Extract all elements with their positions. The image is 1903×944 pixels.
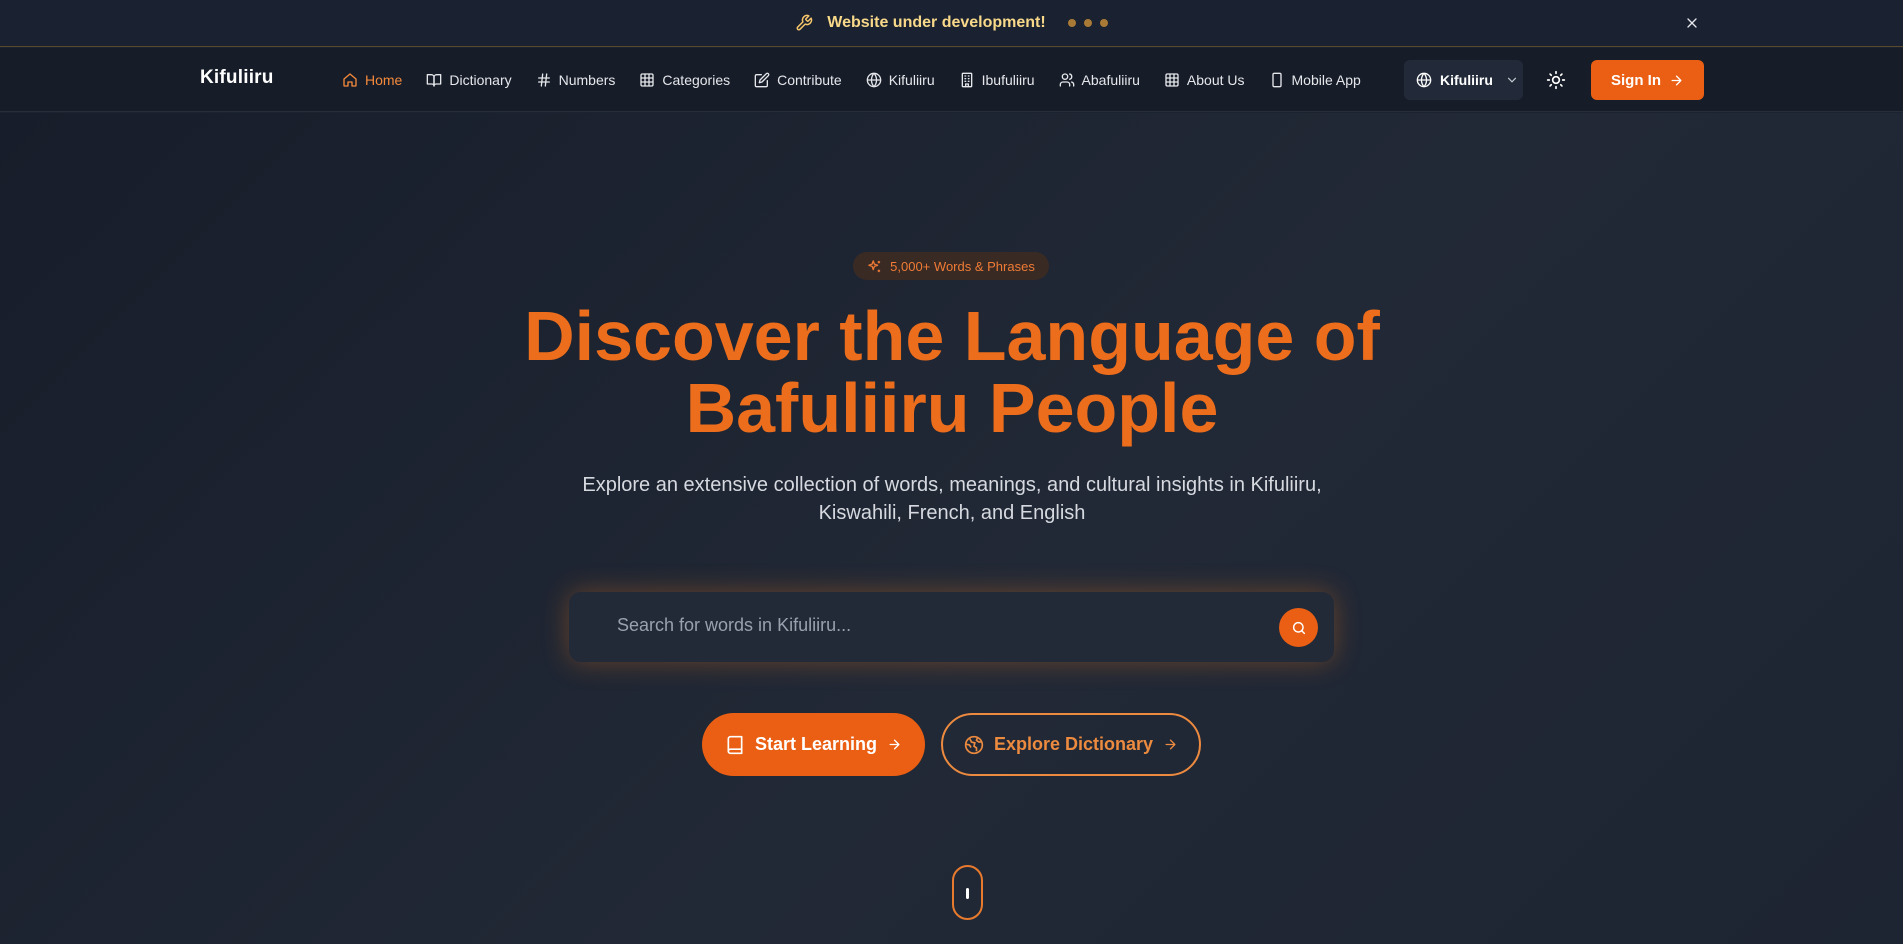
announcement-bar: Website under development! xyxy=(0,0,1903,47)
nav-links: Home Dictionary Numbers Categories Contr… xyxy=(330,48,1373,112)
announcement-message: Website under development! xyxy=(827,14,1046,31)
nav-item-kifuliiru[interactable]: Kifuliiru xyxy=(854,48,947,112)
brand-logo[interactable]: Kifuliiru xyxy=(200,67,274,89)
sun-icon xyxy=(1546,70,1566,90)
nav-item-ibufuliiru[interactable]: Ibufuliiru xyxy=(947,48,1047,112)
explore-dictionary-button[interactable]: Explore Dictionary xyxy=(941,713,1201,776)
home-icon xyxy=(343,73,357,87)
globe-icon xyxy=(964,735,984,754)
hash-icon xyxy=(537,73,550,87)
nav-item-label: Numbers xyxy=(558,72,616,88)
grid-icon xyxy=(640,73,655,87)
nav-item-contribute[interactable]: Contribute xyxy=(742,48,854,112)
scroll-wheel xyxy=(966,888,969,899)
nav-item-dictionary[interactable]: Dictionary xyxy=(414,48,523,112)
users-icon xyxy=(1059,73,1074,87)
hero-section xyxy=(0,113,1903,944)
start-learning-button[interactable]: Start Learning xyxy=(702,713,925,776)
loading-dot xyxy=(1099,19,1108,27)
loading-dot xyxy=(1083,19,1092,27)
hero-subtitle: Explore an extensive collection of words… xyxy=(552,471,1352,527)
nav-item-about-us[interactable]: About Us xyxy=(1152,48,1257,112)
scroll-down-indicator[interactable] xyxy=(952,865,983,920)
hero-subtitle-line-2: Kiswahili, French, and English xyxy=(818,502,1086,524)
search-input[interactable]: Search for words in Kifuliiru... xyxy=(617,615,851,636)
building-icon xyxy=(961,72,972,88)
hero-title-line-1: Discover the Language of xyxy=(524,297,1380,375)
loading-dots xyxy=(1067,19,1108,27)
words-count-badge: 5,000+ Words & Phrases xyxy=(853,252,1049,280)
nav-item-categories[interactable]: Categories xyxy=(627,48,742,112)
globe-icon xyxy=(1416,72,1432,88)
edit-icon xyxy=(754,72,770,88)
main-navbar: Kifuliiru Home Dictionary Numbers Catego… xyxy=(0,48,1903,112)
wrench-icon xyxy=(795,14,813,32)
language-selected: Kifuliiru xyxy=(1440,72,1493,88)
arrow-right-icon xyxy=(1671,75,1682,85)
chevron-down-icon xyxy=(1507,77,1516,83)
nav-item-label: Ibufuliiru xyxy=(981,72,1035,88)
nav-item-label: Kifuliiru xyxy=(888,72,935,88)
globe-icon xyxy=(866,72,882,88)
sparkles-icon xyxy=(868,259,881,272)
hero-title-line-2: Bafuliiru People xyxy=(685,369,1219,447)
nav-item-label: Categories xyxy=(662,72,731,88)
search-bar: Search for words in Kifuliiru... xyxy=(569,592,1334,662)
smartphone-icon xyxy=(1271,72,1282,88)
hero-title: Discover the Language of Bafuliiru Peopl… xyxy=(452,300,1452,444)
nav-item-abafuliiru[interactable]: Abafuliiru xyxy=(1047,48,1152,112)
search-icon xyxy=(1292,621,1305,634)
theme-toggle-button[interactable] xyxy=(1544,68,1568,92)
search-button[interactable] xyxy=(1279,608,1318,647)
hero-subtitle-line-1: Explore an extensive collection of words… xyxy=(582,474,1322,496)
start-learning-label: Start Learning xyxy=(754,734,878,754)
nav-item-label: Home xyxy=(365,72,403,88)
explore-dictionary-label: Explore Dictionary xyxy=(993,734,1154,754)
book-icon xyxy=(727,735,743,754)
announcement-content: Website under development! xyxy=(795,14,1108,32)
nav-item-mobile-app[interactable]: Mobile App xyxy=(1257,48,1373,112)
book-open-icon xyxy=(427,74,442,87)
sign-in-label: Sign In xyxy=(1611,71,1661,89)
nav-item-label: Mobile App xyxy=(1291,72,1361,88)
nav-item-label: About Us xyxy=(1186,72,1245,88)
nav-item-label: Contribute xyxy=(777,72,842,88)
nav-item-numbers[interactable]: Numbers xyxy=(524,48,628,112)
language-selector[interactable]: Kifuliiru xyxy=(1404,60,1523,100)
nav-item-label: Abafuliiru xyxy=(1081,72,1140,88)
badge-text: 5,000+ Words & Phrases xyxy=(890,258,1035,274)
loading-dot xyxy=(1067,19,1076,27)
sign-in-button[interactable]: Sign In xyxy=(1591,60,1704,100)
nav-item-home[interactable]: Home xyxy=(330,48,414,112)
arrow-right-icon xyxy=(889,739,900,750)
nav-item-label: Dictionary xyxy=(449,72,512,88)
arrow-right-icon xyxy=(1165,739,1176,750)
grid-icon xyxy=(1165,73,1179,87)
close-icon[interactable] xyxy=(1682,13,1702,33)
